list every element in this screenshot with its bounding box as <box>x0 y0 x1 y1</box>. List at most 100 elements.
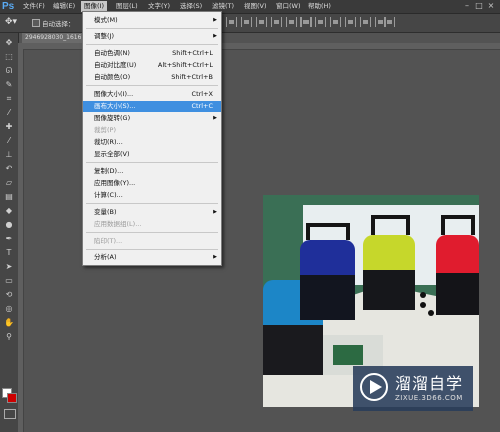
menu-item-calculations[interactable]: 计算(C)... <box>83 190 221 201</box>
menu-item-label: 应用图像(Y)... <box>94 179 136 187</box>
menu-item-trap[interactable]: 陷印(T)... <box>83 236 221 247</box>
auto-align-icons <box>384 17 399 29</box>
distribute-top-icon[interactable] <box>300 17 311 27</box>
menu-item-shortcut: Ctrl+C <box>191 102 213 110</box>
dodge-tool-icon[interactable]: ● <box>3 219 15 230</box>
background-color-swatch[interactable] <box>7 393 17 403</box>
menu-item-shortcut: Shift+Ctrl+B <box>171 73 213 81</box>
submenu-arrow-icon: ▶ <box>213 209 217 215</box>
menu-separator <box>86 44 218 45</box>
menu-separator <box>86 203 218 204</box>
align-left-icon[interactable] <box>271 17 282 27</box>
menu-separator <box>86 28 218 29</box>
auto-select-option[interactable]: 自动选择： <box>32 18 75 28</box>
eyedropper-tool-icon[interactable]: ⁄ <box>3 107 15 118</box>
restore-icon[interactable]: □ <box>474 1 484 11</box>
menu-item-auto-tone[interactable]: 自动色调(N) Shift+Ctrl+L <box>83 48 221 59</box>
menu-item-label: 自动颜色(O) <box>94 73 131 81</box>
menu-item-duplicate[interactable]: 复制(D)... <box>83 166 221 177</box>
menu-item-reveal-all[interactable]: 显示全部(V) <box>83 149 221 160</box>
distribute-left-icon[interactable] <box>345 17 356 27</box>
menu-item-label: 图像大小(I)... <box>94 90 134 98</box>
menu-item-trim[interactable]: 裁切(R)... <box>83 137 221 148</box>
healing-brush-tool-icon[interactable]: ✚ <box>3 121 15 132</box>
eraser-tool-icon[interactable]: ▱ <box>3 177 15 188</box>
close-icon[interactable]: × <box>486 1 496 11</box>
menu-item-label: 调整(J) <box>94 32 114 40</box>
menu-separator <box>86 162 218 163</box>
pen-tool-icon[interactable]: ✒ <box>3 233 15 244</box>
history-brush-tool-icon[interactable]: ↶ <box>3 163 15 174</box>
auto-align-layers-icon[interactable] <box>384 17 395 27</box>
lasso-tool-icon[interactable]: ᘏ <box>3 65 15 76</box>
menu-separator <box>86 232 218 233</box>
distribute-bottom-icon[interactable] <box>330 17 341 27</box>
menu-item-label: 显示全部(V) <box>94 150 130 158</box>
menu-item-auto-contrast[interactable]: 自动对比度(U) Alt+Shift+Ctrl+L <box>83 60 221 71</box>
distribute-hcenter-icon[interactable] <box>360 17 371 27</box>
gradient-tool-icon[interactable]: ▤ <box>3 191 15 202</box>
move-tool-icon[interactable]: ✥▾ <box>5 17 17 27</box>
3d-rotate-tool-icon[interactable]: ⟲ <box>3 289 15 300</box>
clone-stamp-tool-icon[interactable]: ⊥ <box>3 149 15 160</box>
window-controls: – □ × <box>460 1 496 12</box>
menu-item-label: 应用数据组(L)... <box>94 220 142 228</box>
3d-orbit-tool-icon[interactable]: ◎ <box>3 303 15 314</box>
align-top-icon[interactable] <box>226 17 237 27</box>
minimize-icon[interactable]: – <box>462 1 472 11</box>
menu-item-variables[interactable]: 变量(B) ▶ <box>83 207 221 218</box>
watermark-subtitle: ZIXUE.3D66.COM <box>395 394 463 402</box>
brush-tool-icon[interactable]: ⁄ <box>3 135 15 146</box>
menu-view[interactable]: 视图(V) <box>241 1 270 12</box>
menu-item-image-size[interactable]: 图像大小(I)... Ctrl+X <box>83 89 221 100</box>
quick-mask-icon[interactable] <box>4 409 16 419</box>
align-hcenter-icon[interactable] <box>286 17 297 27</box>
play-logo-icon <box>360 373 388 401</box>
distribute-vcenter-icon[interactable] <box>315 17 326 27</box>
tools-panel: ✥ ⬚ ᘏ ✎ ⌗ ⁄ ✚ ⁄ ⊥ ↶ ▱ ▤ ◆ ● ✒ T ➤ ▭ ⟲ ◎ … <box>0 33 19 432</box>
path-select-tool-icon[interactable]: ➤ <box>3 261 15 272</box>
type-tool-icon[interactable]: T <box>3 247 15 258</box>
menu-window[interactable]: 窗口(W) <box>273 1 304 12</box>
menu-item-adjustments[interactable]: 调整(J) ▶ <box>83 31 221 42</box>
shape-tool-icon[interactable]: ▭ <box>3 275 15 286</box>
auto-select-checkbox[interactable] <box>32 19 40 27</box>
menu-file[interactable]: 文件(F) <box>20 1 48 12</box>
menu-item-crop[interactable]: 裁剪(P) <box>83 125 221 136</box>
menu-item-apply-image[interactable]: 应用图像(Y)... <box>83 178 221 189</box>
menu-item-label: 图像旋转(G) <box>94 114 131 122</box>
menu-item-image-rotation[interactable]: 图像旋转(G) ▶ <box>83 113 221 124</box>
menu-edit[interactable]: 编辑(E) <box>50 1 78 12</box>
menu-item-label: 分析(A) <box>94 253 117 261</box>
blur-tool-icon[interactable]: ◆ <box>3 205 15 216</box>
menu-item-label: 自动色调(N) <box>94 49 130 57</box>
document-tab[interactable]: 2946928030_1616 <box>22 33 87 43</box>
marquee-tool-icon[interactable]: ⬚ <box>3 51 15 62</box>
menu-item-analysis[interactable]: 分析(A) ▶ <box>83 252 221 263</box>
menu-item-label: 裁剪(P) <box>94 126 116 134</box>
options-bar: ✥▾ 自动选择： <box>0 14 500 33</box>
menu-item-label: 陷印(T)... <box>94 237 123 245</box>
watermark-title: 溜溜自学 <box>395 374 464 393</box>
ruler-vertical <box>18 49 24 432</box>
align-vcenter-icon[interactable] <box>241 17 252 27</box>
move-tool-icon[interactable]: ✥ <box>3 37 15 48</box>
image-menu-dropdown: 模式(M) ▶ 调整(J) ▶ 自动色调(N) Shift+Ctrl+L 自动对比度(… <box>82 11 222 266</box>
menu-item-mode[interactable]: 模式(M) ▶ <box>83 15 221 26</box>
menu-item-auto-color[interactable]: 自动颜色(O) Shift+Ctrl+B <box>83 72 221 83</box>
menu-item-apply-data-set[interactable]: 应用数据组(L)... <box>83 219 221 230</box>
crop-tool-icon[interactable]: ⌗ <box>3 93 15 104</box>
menu-item-canvas-size[interactable]: 画布大小(S)... Ctrl+C <box>83 101 221 112</box>
hand-tool-icon[interactable]: ✋ <box>3 317 15 328</box>
menu-item-label: 裁切(R)... <box>94 138 123 146</box>
menu-item-label: 自动对比度(U) <box>94 61 137 69</box>
submenu-arrow-icon: ▶ <box>213 115 217 121</box>
quick-select-tool-icon[interactable]: ✎ <box>3 79 15 90</box>
distribute-icons <box>300 17 390 29</box>
menu-help[interactable]: 帮助(H) <box>305 1 334 12</box>
zoom-tool-icon[interactable]: ⚲ <box>3 331 15 342</box>
photoshop-logo: Ps <box>2 1 15 12</box>
menu-item-label: 计算(C)... <box>94 191 123 199</box>
menu-item-label: 变量(B) <box>94 208 117 216</box>
align-bottom-icon[interactable] <box>256 17 267 27</box>
